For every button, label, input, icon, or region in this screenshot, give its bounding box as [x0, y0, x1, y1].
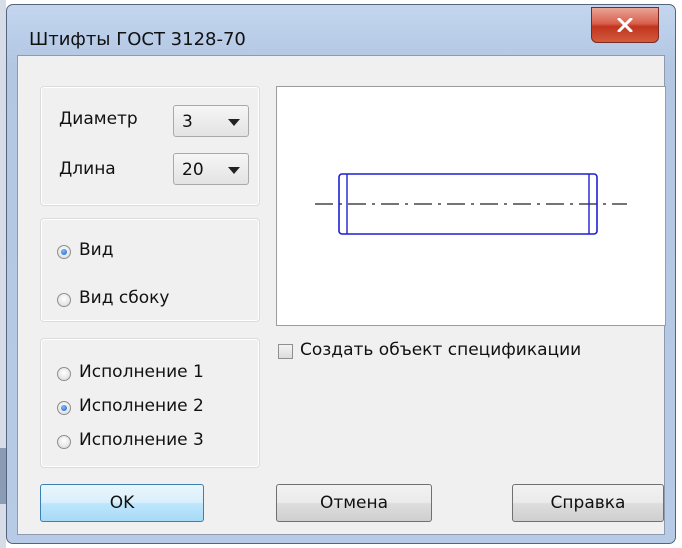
length-label: Длина	[59, 159, 116, 179]
parameters-group: Диаметр 3 Длина 20	[40, 86, 260, 206]
diameter-label: Диаметр	[59, 109, 138, 129]
radio-side-view-label[interactable]: Вид сбоку	[79, 288, 169, 308]
radio-side-view-indicator[interactable]	[57, 293, 71, 307]
title-bar[interactable]: Штифты ГОСТ 3128-70	[7, 5, 675, 57]
radio-execution-1-indicator[interactable]	[57, 367, 71, 381]
radio-execution-3-label[interactable]: Исполнение 3	[79, 430, 204, 450]
dialog-body: Диаметр 3 Длина 20 Вид Вид сбоку Исполне…	[17, 55, 666, 535]
radio-execution-2-indicator[interactable]	[57, 401, 71, 415]
window-title: Штифты ГОСТ 3128-70	[29, 29, 246, 50]
ok-button[interactable]: OK	[40, 484, 204, 522]
chevron-down-icon	[228, 119, 240, 126]
spec-checkbox[interactable]	[278, 344, 293, 359]
length-select[interactable]: 20	[173, 153, 249, 185]
chevron-down-icon	[228, 167, 240, 174]
length-value: 20	[182, 160, 204, 180]
dialog-window: Штифты ГОСТ 3128-70 Диаметр 3 Длина 20 В…	[6, 4, 676, 544]
radio-view-label[interactable]: Вид	[79, 240, 113, 260]
help-button[interactable]: Справка	[512, 484, 664, 522]
close-button[interactable]	[591, 7, 659, 43]
radio-execution-3-indicator[interactable]	[57, 435, 71, 449]
view-group: Вид Вид сбоку	[40, 218, 260, 322]
diameter-value: 3	[182, 112, 193, 132]
spec-checkbox-label[interactable]: Создать объект спецификации	[300, 340, 581, 360]
close-icon	[617, 18, 633, 32]
pin-drawing	[315, 173, 627, 235]
execution-group: Исполнение 1 Исполнение 2 Исполнение 3	[40, 338, 260, 468]
radio-view-indicator[interactable]	[57, 245, 71, 259]
cancel-button[interactable]: Отмена	[276, 484, 432, 522]
drawing-preview	[276, 86, 666, 326]
radio-execution-2-label[interactable]: Исполнение 2	[79, 396, 204, 416]
radio-execution-1-label[interactable]: Исполнение 1	[79, 362, 204, 382]
diameter-select[interactable]: 3	[173, 105, 249, 137]
